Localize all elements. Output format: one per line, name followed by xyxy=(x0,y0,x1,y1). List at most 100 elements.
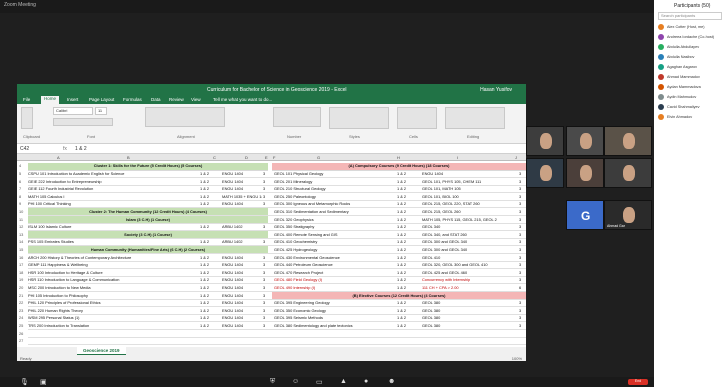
cell-prereq-left[interactable]: ENGU 1404 xyxy=(222,308,262,313)
cell-credit-right[interactable]: 3 xyxy=(519,179,525,184)
cell-term-right[interactable]: 1 & 2 xyxy=(397,217,417,222)
participant-item[interactable]: Agaghan Asgarov xyxy=(658,64,724,73)
cell-prereq-left[interactable]: ENGU 1404 xyxy=(222,179,262,184)
cell-course-left[interactable]: GEIE 112 Fourth Industrial Revolution xyxy=(28,186,198,191)
cell-prereq-right[interactable]: ENGU 1404 xyxy=(422,171,518,176)
row-number[interactable]: 19 xyxy=(19,277,28,282)
reactions-icon[interactable]: ☻ xyxy=(388,378,395,385)
cell-course-left[interactable]: ISLM 100 Islamic Culture xyxy=(28,224,198,229)
cell-term-left[interactable]: 1 & 2 xyxy=(200,293,220,298)
col-header[interactable]: D xyxy=(245,155,248,160)
cell-credit-left[interactable]: 3 xyxy=(263,293,269,298)
participant-item[interactable]: Aydan Mammadova xyxy=(658,84,724,93)
cell-prereq-right[interactable]: GEOL 215, GEOL 260 xyxy=(422,209,518,214)
number-format-buttons[interactable] xyxy=(273,107,321,127)
cell-credit-right[interactable]: 3 xyxy=(519,239,525,244)
cell-prereq-right[interactable]: GEOL 340, and STAT 260 xyxy=(422,232,518,237)
name-box[interactable]: C42 xyxy=(20,146,50,152)
cell-term-right[interactable]: 1 & 2 xyxy=(397,171,417,176)
cell-credit-right[interactable]: 3 xyxy=(519,209,525,214)
cell-course-right[interactable]: GEOL 350 Economic Geology xyxy=(274,308,394,313)
row-number[interactable]: 6 xyxy=(19,179,28,184)
cell-term-right[interactable]: 1 & 2 xyxy=(397,194,417,199)
tab-insert[interactable]: Insert xyxy=(67,97,78,102)
cell-prereq-right[interactable]: GEOL 215, GEOL 220, STAT 260 xyxy=(422,201,518,206)
col-header[interactable]: C xyxy=(213,155,216,160)
cell-course-left[interactable]: HSR 100 Introduction to Heritage & Cultu… xyxy=(28,270,198,275)
font-name-select[interactable]: Calibri xyxy=(53,107,93,115)
cell-prereq-left[interactable]: ENGU 1404 xyxy=(222,171,262,176)
cell-credit-right[interactable]: 3 xyxy=(519,224,525,229)
cell-course-left[interactable]: GEMP 111 Happiness & Wellbeing xyxy=(28,262,198,267)
cell-course-right[interactable]: GEOL 310 Sedimentation and Sedimentary xyxy=(274,209,394,214)
cell-credit-right[interactable]: 6 xyxy=(519,285,525,290)
col-header[interactable]: E xyxy=(265,155,268,160)
cell-prereq-left[interactable]: ENGU 1404 xyxy=(222,277,262,282)
cell-course-right[interactable]: GEOL 210 Structural Geology xyxy=(274,186,394,191)
participants-icon[interactable]: ☺ xyxy=(292,378,299,385)
cell-course-left[interactable]: TRS 200 Introduction to Translation xyxy=(28,323,198,328)
cell-term-right[interactable]: 1 & 2 xyxy=(397,262,417,267)
row-number[interactable]: 24 xyxy=(19,315,28,320)
cell-credit-left[interactable]: 3 xyxy=(263,323,269,328)
cell-term-right[interactable]: 1 & 2 xyxy=(397,285,417,290)
cell-course-left[interactable]: MSC 200 Introduction to New Media xyxy=(28,285,198,290)
cell-prereq-left[interactable]: ENGU 1404 xyxy=(222,201,262,206)
participant-item[interactable]: Alex Cotter (Host, me) xyxy=(658,24,724,33)
cell-course-right[interactable]: GEOL 300 Igneous and Metamorphic Rocks xyxy=(274,201,394,206)
cell-course-right[interactable]: GEOL 380 Sedimentology and plate tectoni… xyxy=(274,323,394,328)
row-number[interactable]: 5 xyxy=(19,171,28,176)
cell-course-right[interactable]: GEOL 440 Petroleum Geoscience xyxy=(274,262,394,267)
cell-term-left[interactable]: 1 & 2 xyxy=(200,194,220,199)
cell-term-left[interactable]: 1 & 2 xyxy=(200,285,220,290)
video-tile[interactable] xyxy=(526,158,564,188)
cell-prereq-left[interactable]: ENGU 1404 xyxy=(222,262,262,267)
video-tile[interactable] xyxy=(604,158,652,188)
row-number[interactable]: 27 xyxy=(19,338,28,343)
tab-view[interactable]: View xyxy=(191,97,201,102)
editing-buttons[interactable] xyxy=(445,107,505,129)
cell-term-right[interactable]: 1 & 2 xyxy=(397,201,417,206)
cell-prereq-right[interactable]: GEOL 300 and GEOL 340 xyxy=(422,247,518,252)
cell-credit-left[interactable]: 3 xyxy=(263,201,269,206)
cell-term-right[interactable]: 1 & 2 xyxy=(397,315,417,320)
cell-prereq-right[interactable]: GEOL 380 xyxy=(422,323,518,328)
video-tile[interactable] xyxy=(566,126,604,156)
cell-credit-right[interactable]: 3 xyxy=(519,323,525,328)
row-number[interactable]: 22 xyxy=(19,300,28,305)
row-number[interactable]: 21 xyxy=(19,293,28,298)
row-number[interactable]: 20 xyxy=(19,285,28,290)
cell-course-left[interactable]: PHIL 120 Principles of Professional Ethi… xyxy=(28,300,198,305)
video-icon[interactable]: ▣ xyxy=(40,378,47,386)
cell-credit-left[interactable]: 3 xyxy=(263,179,269,184)
cell-term-left[interactable]: 1 & 2 xyxy=(200,277,220,282)
row-number[interactable]: 17 xyxy=(19,262,28,267)
row-number[interactable]: 26 xyxy=(19,331,28,336)
participant-item[interactable]: Ahmad Mammadov xyxy=(658,74,724,83)
cell-course-right[interactable]: GEOL 425 Hydrogeology xyxy=(274,247,394,252)
end-meeting-button[interactable]: End xyxy=(628,379,648,385)
row-number[interactable]: 11 xyxy=(19,217,28,222)
participant-item[interactable]: Andreea Iordache (Co-host) xyxy=(658,34,724,43)
cell-course-left[interactable]: WSM 295 Personal Status (1) xyxy=(28,315,198,320)
cell-credit-left[interactable]: 3 xyxy=(263,270,269,275)
row-number[interactable]: 7 xyxy=(19,186,28,191)
cell-term-right[interactable]: 1 & 2 xyxy=(397,232,417,237)
cell-credit-right[interactable]: 3 xyxy=(519,308,525,313)
cell-course-right[interactable]: GEOL 430 Environmental Geoscience xyxy=(274,255,394,260)
share-icon[interactable]: ▲ xyxy=(340,378,347,385)
cell-course-left[interactable]: PHI 100 Critical Thinking xyxy=(28,201,198,206)
cell-course-left[interactable]: PSS 105 Emirates Studies xyxy=(28,239,198,244)
row-number[interactable]: 25 xyxy=(19,323,28,328)
cell-credit-right[interactable]: 3 xyxy=(519,277,525,282)
cell-credit-right[interactable]: 3 xyxy=(519,217,525,222)
cell-prereq-right[interactable]: GEOL 425 and GEOL 460 xyxy=(422,270,518,275)
row-number[interactable]: 8 xyxy=(19,194,28,199)
cell-term-left[interactable]: 1 & 2 xyxy=(200,323,220,328)
cell-prereq-right[interactable]: GEOL 101, PHYS 105, CHEM 111 xyxy=(422,179,518,184)
cell-credit-right[interactable]: 3 xyxy=(519,232,525,237)
cell-course-left[interactable]: MATH 105 Calculus I xyxy=(28,194,198,199)
cell-credit-right[interactable]: 3 xyxy=(519,315,525,320)
cell-course-right[interactable]: GEOL 395 Engineering Geology xyxy=(274,300,394,305)
cell-credit-right[interactable]: 3 xyxy=(519,201,525,206)
